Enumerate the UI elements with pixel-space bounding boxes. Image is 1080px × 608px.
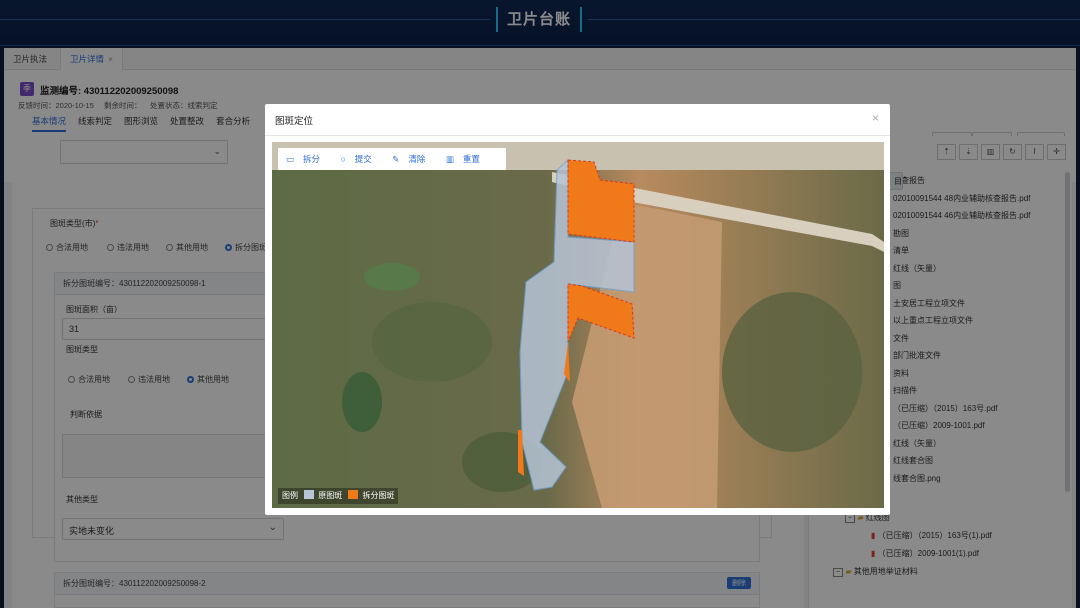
reset-tool[interactable]: ▥ 重置	[446, 148, 489, 170]
legend-title: 图例	[282, 491, 298, 500]
close-icon[interactable]: ×	[872, 111, 879, 125]
legend-original: 原图斑	[318, 491, 343, 500]
submit-icon: ○	[340, 154, 346, 164]
trash-icon: ▥	[445, 154, 454, 164]
clear-tool[interactable]: ✎ 清除	[392, 148, 434, 170]
legend-swatch-original	[304, 490, 315, 499]
map-legend: 图例 原图斑 拆分图斑	[278, 488, 399, 504]
divider	[265, 135, 890, 136]
satellite-map[interactable]: ▭ 拆分 ○ 提交 ✎ 清除 ▥ 重置 图例 原图斑 拆分图斑	[272, 142, 884, 508]
submit-tool[interactable]: ○ 提交	[341, 148, 381, 170]
dialog-title: 图斑定位	[275, 116, 314, 127]
legend-split: 拆分图斑	[362, 491, 395, 500]
split-icon: ▭	[286, 154, 295, 164]
map-image	[272, 142, 884, 508]
eraser-icon: ✎	[392, 154, 400, 164]
map-toolbar: ▭ 拆分 ○ 提交 ✎ 清除 ▥ 重置	[278, 148, 506, 170]
legend-swatch-split	[348, 490, 359, 499]
split-tool[interactable]: ▭ 拆分	[286, 148, 329, 170]
plot-location-dialog: 图斑定位 × ▭ 拆分 ○ 提交 ✎ 清除 ▥ 重置 图例 原图斑 拆分图斑	[265, 104, 890, 515]
